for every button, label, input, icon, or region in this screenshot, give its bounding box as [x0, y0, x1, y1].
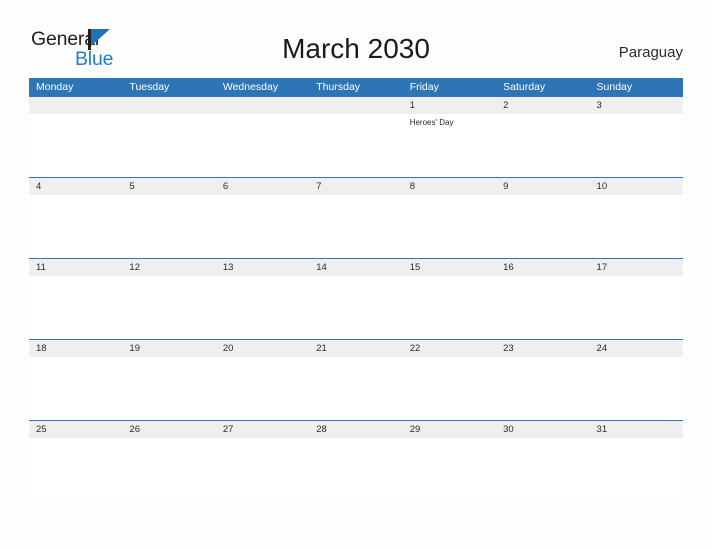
day-cell[interactable]: 6: [216, 178, 309, 258]
calendar-week-row: 11 12 13 14 15 16 17: [29, 258, 683, 339]
day-number: 30: [503, 424, 514, 435]
day-cell[interactable]: 8: [403, 178, 496, 258]
day-cell[interactable]: 5: [122, 178, 215, 258]
day-cell[interactable]: 16: [496, 259, 589, 339]
day-number: 2: [503, 100, 509, 111]
day-number: 11: [36, 262, 46, 273]
day-cell[interactable]: 20: [216, 340, 309, 420]
day-number: 8: [409, 181, 415, 192]
calendar-week-row: 4 5 6 7 8 9 10: [29, 177, 683, 258]
day-number: 31: [596, 424, 608, 435]
page-title: March 2030: [282, 33, 430, 64]
day-cell[interactable]: 3: [590, 97, 683, 177]
country-label: Paraguay: [618, 44, 683, 61]
calendar-week-row: 18 19 20 21 22 23 24: [29, 339, 683, 420]
day-cell[interactable]: 29: [403, 421, 496, 501]
day-number: 26: [129, 424, 140, 435]
day-number: 23: [503, 343, 514, 354]
page-header-bar: General Blue March 2030 Paraguay: [0, 0, 712, 78]
day-number: 3: [596, 100, 602, 111]
day-number: 1: [409, 100, 415, 111]
day-number: 18: [36, 343, 47, 354]
weekday-header-saturday: Saturday: [503, 81, 546, 93]
day-cell[interactable]: 30: [496, 421, 589, 501]
day-cell[interactable]: 24: [590, 340, 683, 420]
day-number: 25: [36, 424, 47, 435]
day-cell[interactable]: 21: [309, 340, 402, 420]
day-cell[interactable]: 19: [122, 340, 215, 420]
day-number: 19: [129, 343, 140, 354]
day-cell[interactable]: 18: [29, 340, 122, 420]
day-number: 17: [596, 262, 608, 273]
weekday-header-friday: Friday: [409, 81, 439, 93]
weekday-header-wednesday: Wednesday: [222, 81, 279, 93]
weekday-header-row: Monday Tuesday Wednesday Thursday Friday…: [29, 78, 683, 96]
day-number: 14: [316, 262, 327, 273]
day-number: 5: [129, 181, 135, 192]
day-cell[interactable]: 13: [216, 259, 309, 339]
day-number: 22: [409, 343, 421, 354]
day-number: 7: [316, 181, 322, 192]
day-number: 12: [129, 262, 140, 273]
day-cell[interactable]: 9: [496, 178, 589, 258]
day-number: 20: [222, 343, 234, 354]
weekday-header-monday: Monday: [36, 81, 74, 93]
day-cell[interactable]: 11: [29, 259, 122, 339]
day-cell[interactable]: 26: [122, 421, 215, 501]
day-number: 16: [503, 262, 514, 273]
day-number: 6: [222, 181, 229, 192]
day-cell[interactable]: 28: [309, 421, 402, 501]
day-number: 10: [596, 181, 608, 192]
calendar-week-row: 1 Heroes' Day 2 3: [29, 96, 683, 177]
weekday-header-sunday: Sunday: [596, 81, 633, 93]
day-cell[interactable]: 23: [496, 340, 589, 420]
day-cell[interactable]: 7: [309, 178, 402, 258]
day-cell[interactable]: 14: [309, 259, 402, 339]
day-cell[interactable]: 2: [496, 97, 589, 177]
day-cell[interactable]: 25: [29, 421, 122, 501]
day-cell[interactable]: 27: [216, 421, 309, 501]
day-number: 4: [36, 181, 42, 192]
day-number: 13: [222, 262, 234, 273]
weekday-header-tuesday: Tuesday: [129, 81, 170, 93]
day-cell[interactable]: 22: [403, 340, 496, 420]
day-cell[interactable]: [216, 97, 309, 177]
day-cell[interactable]: 12: [122, 259, 215, 339]
day-number: 15: [409, 262, 421, 273]
day-number: 29: [409, 424, 421, 435]
day-cell[interactable]: 4: [29, 178, 122, 258]
day-cell[interactable]: 17: [590, 259, 683, 339]
day-cell[interactable]: 15: [403, 259, 496, 339]
day-cell[interactable]: 1 Heroes' Day: [403, 97, 496, 177]
day-number: 28: [316, 424, 327, 435]
day-number: 21: [316, 343, 327, 354]
day-number: 24: [596, 343, 608, 354]
day-event: Heroes' Day: [409, 118, 454, 127]
day-cell[interactable]: 31: [590, 421, 683, 501]
calendar-week-row: 25 26 27 28 29 30 31: [29, 420, 683, 501]
day-cell[interactable]: [122, 97, 215, 177]
calendar-grid: Monday Tuesday Wednesday Thursday Friday…: [29, 78, 683, 501]
weekday-header-thursday: Thursday: [316, 81, 361, 93]
day-number: 9: [503, 181, 509, 192]
day-cell[interactable]: [29, 97, 122, 177]
day-cell[interactable]: 10: [590, 178, 683, 258]
day-number: 27: [222, 424, 234, 435]
day-cell[interactable]: [309, 97, 402, 177]
